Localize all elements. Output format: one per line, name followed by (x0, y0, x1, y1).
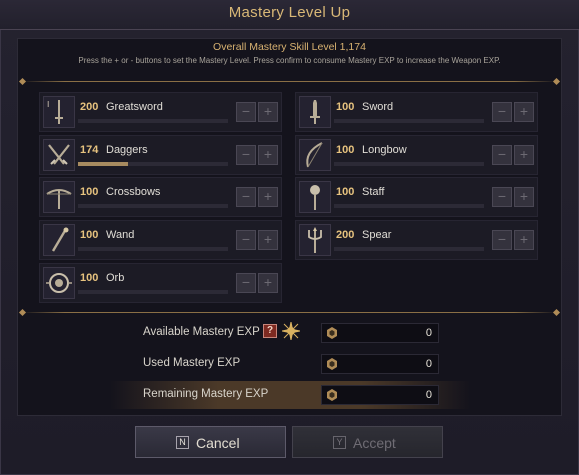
mastery-exp-icon (327, 389, 337, 401)
skill-name: Staff (362, 186, 385, 198)
skill-level: 100 (80, 186, 99, 198)
decrease-button[interactable]: − (492, 102, 512, 122)
overall-mastery-level: Overall Mastery Skill Level 1,174 (213, 41, 366, 53)
divider (22, 81, 557, 82)
used-exp-row: Used Mastery EXP 0 (110, 350, 470, 378)
skill-level: 200 (80, 101, 99, 113)
skill-level: 100 (80, 272, 99, 284)
decrease-button[interactable]: − (236, 273, 256, 293)
available-exp-label: Available Mastery EXP (143, 326, 260, 338)
increase-button[interactable]: + (258, 102, 278, 122)
used-exp-value: 0 (425, 358, 432, 370)
skill-row-crossbows: 100 Crossbows − + (39, 177, 282, 217)
skill-progress-bar (78, 204, 228, 208)
accept-button[interactable]: Y Accept (292, 426, 443, 458)
decrease-button[interactable]: − (492, 187, 512, 207)
increase-button[interactable]: + (514, 230, 534, 250)
increase-button[interactable]: + (258, 273, 278, 293)
accept-hotkey: Y (333, 436, 346, 449)
orb-icon (43, 267, 75, 299)
skill-progress-bar (78, 290, 228, 294)
decrease-button[interactable]: − (236, 102, 256, 122)
skill-level: 200 (336, 229, 355, 241)
skill-progress-bar (334, 119, 484, 123)
title-bar: Mastery Level Up (0, 0, 579, 30)
greatsword-icon: I (43, 96, 75, 128)
remaining-exp-label: Remaining Mastery EXP (143, 388, 269, 400)
skill-progress-fill (78, 162, 128, 166)
skill-row-spear: 200 Spear − + (295, 220, 538, 260)
skill-name: Orb (106, 272, 125, 284)
skill-row-daggers: 174 Daggers − + (39, 135, 282, 175)
sword-icon (299, 96, 331, 128)
skill-level: 100 (336, 144, 355, 156)
skill-progress-bar (334, 204, 484, 208)
skill-row-greatsword: I 200 Greatsword − + (39, 92, 282, 132)
cancel-button[interactable]: N Cancel (135, 426, 286, 458)
longbow-icon (299, 139, 331, 171)
skill-row-orb: 100 Orb − + (39, 263, 282, 303)
dialog-title: Mastery Level Up (228, 4, 351, 21)
daggers-icon (43, 139, 75, 171)
remaining-exp-row: Remaining Mastery EXP 0 (110, 381, 470, 409)
available-exp-value: 0 (425, 327, 432, 339)
skill-progress-bar (78, 247, 228, 251)
divider (22, 312, 557, 313)
used-exp-box: 0 (321, 354, 439, 374)
skill-row-staff: 100 Staff − + (295, 177, 538, 217)
skill-name: Greatsword (106, 101, 163, 113)
mastery-exp-icon (327, 358, 337, 370)
increase-button[interactable]: + (258, 187, 278, 207)
skill-level: 100 (80, 229, 99, 241)
spear-icon (299, 224, 331, 256)
remaining-exp-value: 0 (425, 389, 432, 401)
increase-button[interactable]: + (258, 230, 278, 250)
skill-name: Spear (362, 229, 392, 241)
instructions-text: Press the + or - buttons to set the Mast… (78, 56, 501, 65)
available-exp-box: 0 (321, 323, 439, 343)
decrease-button[interactable]: − (492, 230, 512, 250)
increase-button[interactable]: + (514, 145, 534, 165)
decrease-button[interactable]: − (236, 145, 256, 165)
skill-row-wand: 100 Wand − + (39, 220, 282, 260)
accept-label: Accept (353, 435, 396, 451)
crossbow-icon (43, 181, 75, 213)
staff-icon (299, 181, 331, 213)
mastery-exp-icon (327, 327, 337, 339)
skill-row-sword: 100 Sword − + (295, 92, 538, 132)
skill-name: Longbow (362, 144, 407, 156)
skill-level: 174 (80, 144, 99, 156)
decrease-button[interactable]: − (236, 230, 256, 250)
cancel-hotkey: N (176, 436, 189, 449)
used-exp-label: Used Mastery EXP (143, 357, 241, 369)
wand-icon (43, 224, 75, 256)
increase-button[interactable]: + (514, 187, 534, 207)
skill-name: Crossbows (106, 186, 161, 198)
header-block: Overall Mastery Skill Level 1,174 Press … (17, 38, 562, 82)
skill-level: 100 (336, 101, 355, 113)
remaining-exp-box: 0 (321, 385, 439, 405)
cancel-label: Cancel (196, 435, 240, 451)
skill-progress-bar (78, 119, 228, 123)
increase-button[interactable]: + (514, 102, 534, 122)
help-icon[interactable]: ? (263, 324, 277, 338)
skill-name: Daggers (106, 144, 148, 156)
skill-row-longbow: 100 Longbow − + (295, 135, 538, 175)
skill-progress-bar (334, 162, 484, 166)
sun-icon (282, 322, 300, 340)
increase-button[interactable]: + (258, 145, 278, 165)
skill-progress-bar (78, 162, 228, 166)
skill-level: 100 (336, 186, 355, 198)
skill-name: Wand (106, 229, 135, 241)
skill-name: Sword (362, 101, 394, 113)
skill-progress-bar (334, 247, 484, 251)
decrease-button[interactable]: − (236, 187, 256, 207)
available-exp-row: Available Mastery EXP ? 0 (110, 319, 470, 347)
svg-text:I: I (47, 100, 49, 109)
decrease-button[interactable]: − (492, 145, 512, 165)
